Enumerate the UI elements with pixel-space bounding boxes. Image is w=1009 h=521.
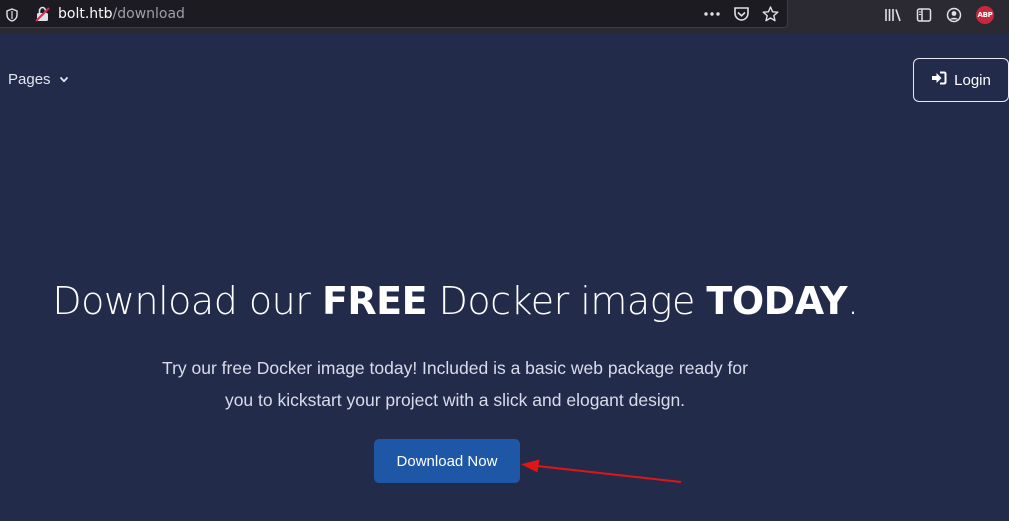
browser-toolbar: bolt.htb/download ABP (0, 0, 1009, 34)
arrow-head (521, 459, 540, 473)
hero-title: Download our FREE Docker image TODAY. (0, 274, 911, 328)
hero-title-period: . (846, 279, 859, 323)
hero-title-part: Download our (52, 279, 322, 323)
library-icon[interactable] (884, 7, 902, 23)
chevron-down-icon (59, 71, 69, 88)
url-text[interactable]: bolt.htb/download (58, 6, 185, 22)
hero-subtitle-line: you to kickstart your project with a sli… (224, 390, 686, 410)
login-label: Login (954, 71, 991, 89)
annotation-arrow (521, 459, 682, 483)
url-bar[interactable]: bolt.htb/download (0, 0, 788, 28)
arrow-shaft (536, 465, 682, 483)
more-icon[interactable] (703, 6, 721, 22)
hero-subtitle: Try our free Docker image today! Include… (110, 352, 800, 416)
pages-label: Pages (8, 71, 51, 88)
pocket-icon[interactable] (733, 6, 750, 22)
download-now-button[interactable]: Download Now (374, 439, 520, 483)
url-path: /download (112, 6, 185, 22)
login-button[interactable]: Login (913, 58, 1009, 102)
account-icon[interactable] (946, 7, 962, 23)
url-host: bolt.htb (58, 6, 113, 22)
shield-icon[interactable] (6, 7, 18, 26)
hero-subtitle-line: Try our free Docker image today! Include… (162, 358, 748, 378)
sidebar-icon[interactable] (916, 7, 932, 23)
pages-dropdown[interactable]: Pages (8, 71, 69, 88)
hero-title-part: Docker image (427, 279, 707, 323)
lock-icon[interactable] (35, 6, 51, 26)
star-icon[interactable] (762, 6, 779, 22)
sign-in-icon (931, 71, 947, 89)
hero-title-today: TODAY (706, 279, 847, 323)
adblock-icon[interactable]: ABP (976, 6, 994, 24)
hero-title-free: FREE (321, 279, 428, 323)
